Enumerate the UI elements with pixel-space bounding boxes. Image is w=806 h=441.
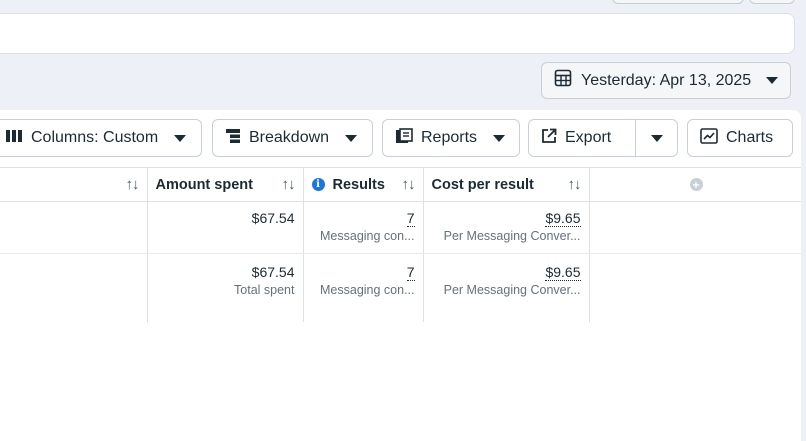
amount-spent-subtext: Total spent	[234, 283, 295, 297]
results-cell: 7 Messaging con...	[303, 253, 424, 322]
results-subtext: Messaging con...	[320, 229, 415, 243]
empty-cell	[589, 201, 801, 254]
results-subtext: Messaging con...	[320, 283, 415, 297]
results-header-label: Results	[332, 176, 385, 193]
export-button[interactable]: Export	[529, 120, 635, 156]
top-button-stub-small[interactable]	[749, 0, 795, 4]
column-header-amount-spent[interactable]: Amount spent ↑↓	[147, 167, 304, 202]
top-button-stub[interactable]	[612, 0, 744, 4]
table-header-row: ↑↓ Amount spent ↑↓ i Results ↑↓ Cost per re…	[0, 167, 801, 202]
export-split-button: Export	[528, 119, 678, 157]
add-column-icon[interactable]: +	[689, 178, 703, 191]
cost-per-result-cell: $9.65 Per Messaging Conver...	[423, 253, 590, 322]
chevron-down-icon	[345, 134, 358, 142]
columns-icon	[5, 129, 23, 148]
column-header-previous[interactable]: ↑↓	[0, 167, 148, 202]
amount-spent-cell: $67.54 Total spent	[147, 253, 304, 322]
search-filter-bar[interactable]	[0, 13, 795, 54]
export-dropdown-button[interactable]	[636, 120, 677, 156]
columns-button[interactable]: Columns: Custom	[0, 119, 202, 157]
export-icon	[541, 128, 557, 149]
info-icon[interactable]: i	[311, 178, 325, 191]
calendar-icon	[554, 69, 572, 92]
sort-icon[interactable]: ↑↓	[282, 176, 296, 193]
reporting-panel: Columns: Custom Breakdown Reports Export	[0, 110, 801, 441]
empty-cell	[588, 253, 801, 322]
cost-per-result-value[interactable]: $9.65	[545, 264, 581, 281]
amount-spent-header-label: Amount spent	[155, 176, 253, 193]
previous-cell	[0, 201, 148, 254]
chevron-down-icon	[650, 134, 663, 142]
columns-label: Columns: Custom	[31, 129, 159, 146]
cost-per-result-subtext: Per Messaging Conver...	[443, 229, 581, 243]
reports-button[interactable]: Reports	[382, 119, 520, 157]
column-header-results[interactable]: i Results ↑↓	[303, 167, 424, 202]
chevron-down-icon	[766, 77, 778, 84]
date-range-button[interactable]: Yesterday: Apr 13, 2025	[541, 62, 791, 99]
charts-button[interactable]: Charts	[687, 119, 793, 157]
previous-cell	[0, 253, 148, 322]
charts-label: Charts	[726, 129, 774, 146]
column-header-cost-per-result[interactable]: Cost per result ↑↓	[423, 167, 590, 202]
sort-icon[interactable]: ↑↓	[126, 176, 140, 193]
cost-per-result-cell: $9.65 Per Messaging Conver...	[423, 201, 590, 254]
cost-per-result-header-label: Cost per result	[431, 176, 534, 193]
amount-spent-value: $67.54	[251, 264, 295, 280]
results-value[interactable]: 7	[406, 210, 415, 227]
sort-icon[interactable]: ↑↓	[568, 176, 582, 193]
breakdown-icon	[225, 128, 241, 149]
column-header-add: +	[589, 167, 801, 202]
chart-line-icon	[700, 127, 718, 149]
amount-spent-value: $67.54	[251, 210, 295, 226]
date-range-label: Yesterday: Apr 13, 2025	[581, 71, 752, 89]
amount-spent-cell: $67.54	[147, 201, 304, 254]
results-value[interactable]: 7	[406, 264, 415, 281]
breakdown-label: Breakdown	[249, 129, 330, 146]
table-row-total: $67.54 Total spent 7 Messaging con... $9…	[0, 253, 801, 322]
chevron-down-icon	[493, 134, 506, 142]
export-label: Export	[565, 129, 612, 146]
results-cell: 7 Messaging con...	[303, 201, 424, 254]
reports-icon	[395, 127, 413, 149]
table-row: $67.54 7 Messaging con... $9.65 Per Mess…	[0, 201, 801, 254]
sort-icon[interactable]: ↑↓	[402, 176, 416, 193]
breakdown-button[interactable]: Breakdown	[212, 119, 373, 157]
reports-label: Reports	[421, 129, 478, 146]
cost-per-result-value[interactable]: $9.65	[545, 210, 581, 227]
chevron-down-icon	[174, 134, 187, 142]
campaign-table: ↑↓ Amount spent ↑↓ i Results ↑↓ Cost per re…	[0, 167, 801, 322]
cost-per-result-subtext: Per Messaging Conver...	[443, 283, 581, 297]
